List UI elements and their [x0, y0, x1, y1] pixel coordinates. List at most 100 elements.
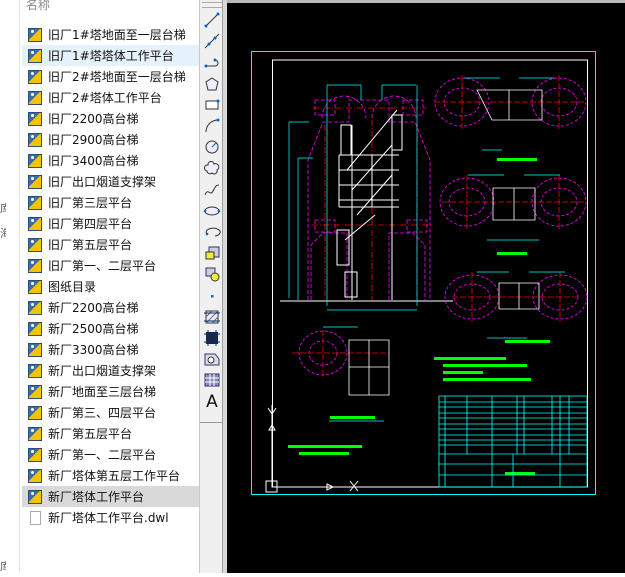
dwg-file-icon — [28, 321, 42, 336]
truncated-text: 库 — [0, 202, 6, 215]
cad-drawing — [251, 51, 596, 495]
file-name: 图纸目录 — [48, 280, 97, 294]
dwg-file-icon — [28, 468, 42, 483]
plan-view-bottom — [444, 271, 588, 339]
ellipse-arc-icon[interactable] — [203, 223, 221, 241]
dwg-file-icon — [28, 300, 42, 315]
file-list-item[interactable]: 旧厂1#塔地面至一层台梯 — [22, 24, 199, 45]
file-name: 旧厂1#塔塔体工作平台 — [48, 49, 174, 63]
file-list-item[interactable]: 新厂2500高台梯 — [22, 318, 199, 339]
file-list-item[interactable]: 新厂地面至三层台梯 — [22, 381, 199, 402]
file-list-item[interactable]: 新厂2200高台梯 — [22, 297, 199, 318]
toolbar-end — [200, 422, 222, 423]
file-list-item[interactable]: 旧厂2200高台梯 — [22, 108, 199, 129]
make-block-icon[interactable] — [203, 265, 221, 283]
left-panel-edge: 库 海 库 — [0, 0, 20, 573]
file-list-item[interactable]: 新厂第一、二层平台 — [22, 444, 199, 465]
column-header-name[interactable]: 名称 — [26, 0, 50, 13]
file-name: 旧厂2#塔体工作平台 — [48, 91, 162, 105]
file-name: 旧厂出口烟道支撑架 — [48, 175, 157, 189]
dwg-file-icon — [28, 132, 42, 147]
file-list-item[interactable]: 新厂3300高台梯 — [22, 339, 199, 360]
title-block — [438, 395, 588, 488]
arc-icon[interactable] — [203, 117, 221, 135]
plan-view-top — [434, 75, 587, 151]
file-list-item[interactable]: 旧厂2#塔体工作平台 — [22, 87, 199, 108]
dwg-file-icon — [28, 153, 42, 168]
file-list-item[interactable]: 新厂塔体工作平台.dwl — [22, 507, 199, 528]
file-list-item[interactable]: 旧厂2#塔地面至一层台梯 — [22, 66, 199, 87]
dwg-file-icon — [28, 258, 42, 273]
file-icon — [30, 510, 41, 525]
plan-view-middle — [439, 174, 587, 241]
spline-icon[interactable] — [203, 181, 221, 199]
construction-line-icon[interactable] — [203, 32, 221, 50]
file-name: 旧厂2#塔地面至一层台梯 — [48, 70, 186, 84]
file-name: 旧厂第一、二层平台 — [48, 259, 157, 273]
file-list-item[interactable]: 旧厂第三层平台 — [22, 192, 199, 213]
dwg-file-icon — [28, 489, 42, 504]
file-list-item[interactable]: 新厂出口烟道支撑架 — [22, 360, 199, 381]
elevation-view — [280, 84, 453, 311]
file-name: 新厂第一、二层平台 — [48, 448, 157, 462]
hatch-icon[interactable] — [203, 308, 221, 326]
dwg-file-icon — [28, 279, 42, 294]
file-name: 新厂地面至三层台梯 — [48, 385, 157, 399]
dwg-file-icon — [28, 237, 42, 252]
gradient-icon[interactable] — [203, 329, 221, 347]
file-name: 新厂出口烟道支撑架 — [48, 364, 157, 378]
line-icon[interactable] — [203, 11, 221, 29]
drawing-frame — [251, 51, 596, 495]
file-name: 旧厂第四层平台 — [48, 217, 133, 231]
table-icon[interactable] — [203, 371, 221, 389]
dwg-file-icon — [28, 447, 42, 462]
file-name: 新厂塔体工作平台.dwl — [48, 511, 169, 525]
dwg-file-icon — [28, 111, 42, 126]
file-name: 新厂塔体第五层工作平台 — [48, 469, 181, 483]
draw-toolbar: A — [199, 0, 223, 573]
file-list-item[interactable]: 新厂第五层平台 — [22, 423, 199, 444]
dwg-file-icon — [28, 426, 42, 441]
file-list-item[interactable]: 旧厂出口烟道支撑架 — [22, 171, 199, 192]
toolbar-grip[interactable] — [202, 2, 222, 8]
circle-icon[interactable] — [203, 138, 221, 156]
file-list-item[interactable]: 旧厂2900高台梯 — [22, 129, 199, 150]
file-list-item[interactable]: 旧厂第四层平台 — [22, 213, 199, 234]
multiline-text-icon[interactable]: A — [203, 393, 221, 411]
file-list-item[interactable]: 新厂塔体第五层工作平台 — [22, 465, 199, 486]
insert-block-icon[interactable] — [203, 244, 221, 262]
file-list-item[interactable]: 图纸目录 — [22, 276, 199, 297]
region-icon[interactable] — [203, 350, 221, 368]
file-name: 旧厂3400高台梯 — [48, 154, 139, 168]
dwg-file-icon — [28, 195, 42, 210]
file-list-item[interactable]: 旧厂3400高台梯 — [22, 150, 199, 171]
dwg-file-icon — [28, 216, 42, 231]
file-name: 新厂3300高台梯 — [48, 343, 139, 357]
file-name: 旧厂1#塔地面至一层台梯 — [48, 28, 186, 42]
file-name: 新厂第三、四层平台 — [48, 406, 157, 420]
rectangle-icon[interactable] — [203, 96, 221, 114]
dwg-file-icon — [28, 405, 42, 420]
file-name: 新厂2500高台梯 — [48, 322, 139, 336]
dwg-file-icon — [28, 48, 42, 63]
dwg-file-icon — [28, 27, 42, 42]
dwg-file-icon — [28, 69, 42, 84]
file-list-item[interactable]: 旧厂第一、二层平台 — [22, 255, 199, 276]
dwg-file-icon — [28, 90, 42, 105]
polygon-icon[interactable] — [203, 75, 221, 93]
revision-cloud-icon[interactable] — [203, 159, 221, 177]
file-name: 旧厂2200高台梯 — [48, 112, 139, 126]
file-list-item[interactable]: 旧厂第五层平台 — [22, 234, 199, 255]
ellipse-icon[interactable] — [203, 202, 221, 220]
file-list-item[interactable]: 新厂第三、四层平台 — [22, 402, 199, 423]
file-name: 旧厂第五层平台 — [48, 238, 133, 252]
dwg-file-icon — [28, 342, 42, 357]
dwg-file-icon — [28, 363, 42, 378]
file-list-item[interactable]: 旧厂1#塔塔体工作平台 — [22, 45, 199, 66]
plan-view-left — [292, 326, 390, 422]
polyline-icon[interactable] — [203, 53, 221, 71]
drawing-canvas[interactable] — [227, 0, 625, 573]
point-icon[interactable] — [203, 287, 221, 305]
file-list-item[interactable]: 新厂塔体工作平台 — [22, 486, 199, 507]
truncated-text: 海 — [0, 227, 6, 240]
